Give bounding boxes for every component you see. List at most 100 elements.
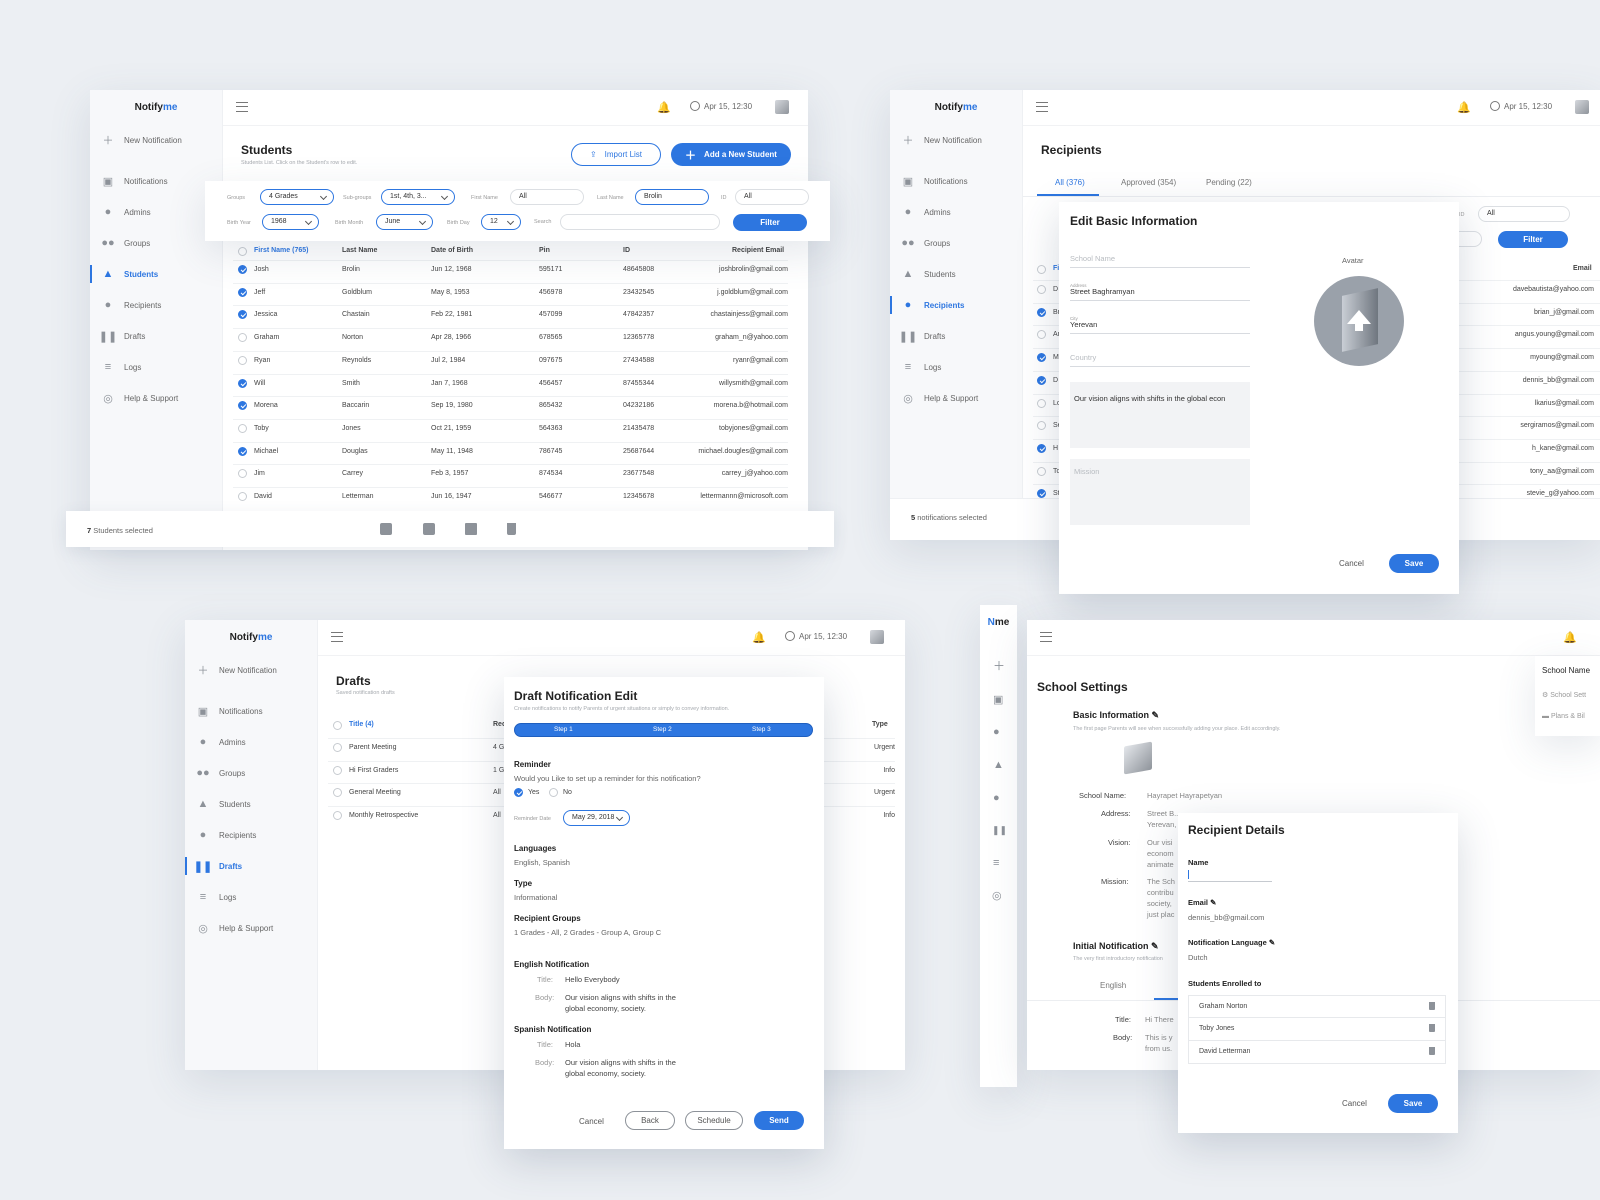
row-checkbox[interactable] bbox=[1037, 421, 1046, 431]
school-name-input[interactable]: School Name bbox=[1070, 254, 1250, 268]
vision-textarea[interactable]: Our vision aligns with shifts in the glo… bbox=[1070, 382, 1250, 448]
subgroups-select[interactable]: 1st, 4th, 3... bbox=[381, 189, 455, 205]
send-button[interactable]: Send bbox=[754, 1111, 804, 1130]
bell-icon[interactable]: 🔔 bbox=[1457, 101, 1471, 114]
sidebar-item-help[interactable]: ◎ Help & Support bbox=[890, 383, 1022, 413]
sidebar-item-students[interactable]: ▲ Students bbox=[90, 259, 222, 289]
row-checkbox[interactable] bbox=[333, 788, 342, 798]
sidebar-item-recipients[interactable]: ● Recipients bbox=[90, 290, 222, 320]
name-input[interactable] bbox=[1188, 868, 1272, 882]
sidebar-item-help[interactable]: ◎ Help & Support bbox=[185, 913, 317, 943]
mission-textarea[interactable]: Mission bbox=[1070, 459, 1250, 525]
cancel-button[interactable]: Cancel bbox=[579, 1117, 604, 1126]
avatar[interactable] bbox=[775, 100, 789, 114]
row-checkbox[interactable] bbox=[238, 287, 247, 297]
print-icon[interactable] bbox=[465, 523, 477, 535]
sidebar-item-groups[interactable]: ●● Groups bbox=[90, 228, 222, 258]
sidebar-item-recipients[interactable]: ● Recipients bbox=[890, 290, 1022, 320]
select-all-checkbox[interactable] bbox=[238, 247, 247, 256]
sidebar-item-new-notification[interactable]: ＋ New Notification bbox=[185, 655, 317, 685]
trash-icon[interactable] bbox=[1429, 1024, 1435, 1032]
col-id[interactable]: ID bbox=[623, 247, 630, 254]
student-icon[interactable]: ▲ bbox=[993, 759, 1004, 771]
col-first-name[interactable]: First Name (765) bbox=[254, 247, 308, 254]
edit-icon[interactable]: ✎ bbox=[1210, 898, 1216, 907]
tab-approved[interactable]: Approved (354) bbox=[1121, 178, 1176, 187]
tab-pending[interactable]: Pending (22) bbox=[1206, 178, 1252, 187]
row-checkbox[interactable] bbox=[238, 310, 247, 320]
schedule-button[interactable]: Schedule bbox=[685, 1111, 743, 1130]
side-school-name[interactable]: School Name bbox=[1542, 666, 1590, 675]
birth-year-select[interactable]: 1968 bbox=[262, 214, 319, 230]
enrolled-student-row[interactable]: Toby Jones bbox=[1188, 1018, 1446, 1041]
sidebar-item-drafts[interactable]: ❚❚ Drafts bbox=[890, 321, 1022, 351]
side-school-settings[interactable]: ⚙ School Sett bbox=[1542, 691, 1586, 699]
trash-icon[interactable] bbox=[1429, 1047, 1435, 1055]
row-checkbox[interactable] bbox=[238, 423, 247, 433]
notification-icon[interactable]: ▣ bbox=[993, 693, 1003, 706]
last-name-input[interactable]: Brolin bbox=[635, 189, 709, 205]
select-all-checkbox[interactable] bbox=[333, 721, 342, 730]
excel-export-icon[interactable] bbox=[380, 523, 392, 535]
filter-button[interactable]: Filter bbox=[1498, 231, 1568, 248]
col-title[interactable]: Title (4) bbox=[349, 721, 374, 728]
help-icon[interactable]: ◎ bbox=[992, 889, 1002, 902]
excel-import-icon[interactable] bbox=[423, 523, 435, 535]
avatar[interactable] bbox=[1575, 100, 1589, 114]
enrolled-student-row[interactable]: Graham Norton bbox=[1188, 995, 1446, 1018]
trash-icon[interactable] bbox=[507, 523, 516, 535]
enrolled-student-row[interactable]: David Letterman bbox=[1188, 1041, 1446, 1064]
sidebar-item-admins[interactable]: ● Admins bbox=[185, 727, 317, 757]
edit-icon[interactable]: ✎ bbox=[1269, 938, 1275, 947]
bell-icon[interactable]: 🔔 bbox=[752, 631, 766, 644]
id-input[interactable]: All bbox=[1478, 206, 1570, 222]
row-checkbox[interactable] bbox=[333, 743, 342, 752]
sidebar-item-logs[interactable]: ≡ Logs bbox=[890, 352, 1022, 382]
row-checkbox[interactable] bbox=[238, 401, 247, 411]
sidebar-item-new-notification[interactable]: ＋ New Notification bbox=[890, 125, 1022, 155]
plus-icon[interactable]: ＋ bbox=[993, 657, 1005, 674]
birth-day-select[interactable]: 12 bbox=[481, 214, 521, 230]
add-student-button[interactable]: ＋ Add a New Student bbox=[671, 143, 791, 166]
groups-select[interactable]: 4 Grades bbox=[260, 189, 334, 205]
menu-icon[interactable] bbox=[236, 102, 248, 112]
row-checkbox[interactable] bbox=[1037, 489, 1046, 499]
tab-all[interactable]: All (376) bbox=[1055, 178, 1085, 187]
drafts-icon[interactable]: ❚❚ bbox=[992, 825, 1007, 836]
sidebar-item-notifications[interactable]: ▣ Notifications bbox=[90, 166, 222, 196]
sidebar-item-new-notification[interactable]: ＋ New Notification bbox=[90, 125, 222, 155]
bell-icon[interactable]: 🔔 bbox=[1563, 631, 1577, 644]
recipient-icon[interactable]: ● bbox=[993, 792, 1000, 804]
row-checkbox[interactable] bbox=[1037, 375, 1046, 385]
row-checkbox[interactable] bbox=[238, 265, 247, 274]
row-checkbox[interactable] bbox=[1037, 466, 1046, 476]
reminder-no-radio[interactable] bbox=[549, 788, 558, 797]
col-last-name[interactable]: Last Name bbox=[342, 247, 377, 254]
row-checkbox[interactable] bbox=[1037, 398, 1046, 408]
save-button[interactable]: Save bbox=[1388, 1094, 1438, 1113]
row-checkbox[interactable] bbox=[333, 811, 342, 821]
cancel-button[interactable]: Cancel bbox=[1342, 1099, 1367, 1108]
city-select[interactable]: Yerevan bbox=[1070, 320, 1250, 334]
row-checkbox[interactable] bbox=[238, 446, 247, 456]
id-input[interactable]: All bbox=[735, 189, 809, 205]
birth-month-select[interactable]: June bbox=[376, 214, 433, 230]
row-checkbox[interactable] bbox=[1037, 353, 1046, 363]
sidebar-item-notifications[interactable]: ▣ Notifications bbox=[185, 696, 317, 726]
row-checkbox[interactable] bbox=[238, 492, 247, 501]
sidebar-item-groups[interactable]: ●● Groups bbox=[185, 758, 317, 788]
col-email[interactable]: Email bbox=[1573, 265, 1592, 272]
row-checkbox[interactable] bbox=[1037, 443, 1046, 453]
sidebar-item-recipients[interactable]: ● Recipients bbox=[185, 820, 317, 850]
col-email[interactable]: Recipient Email bbox=[732, 247, 784, 254]
reminder-date-select[interactable]: May 29, 2018 bbox=[563, 810, 630, 826]
avatar[interactable] bbox=[870, 630, 884, 644]
row-checkbox[interactable] bbox=[1037, 330, 1046, 340]
col-type[interactable]: Type bbox=[872, 721, 888, 728]
country-input[interactable]: Country bbox=[1070, 353, 1250, 367]
avatar-upload[interactable] bbox=[1314, 276, 1404, 366]
col-dob[interactable]: Date of Birth bbox=[431, 247, 473, 254]
sidebar-item-drafts[interactable]: ❚❚ Drafts bbox=[90, 321, 222, 351]
sidebar-item-students[interactable]: ▲ Students bbox=[890, 259, 1022, 289]
sidebar-item-notifications[interactable]: ▣ Notifications bbox=[890, 166, 1022, 196]
